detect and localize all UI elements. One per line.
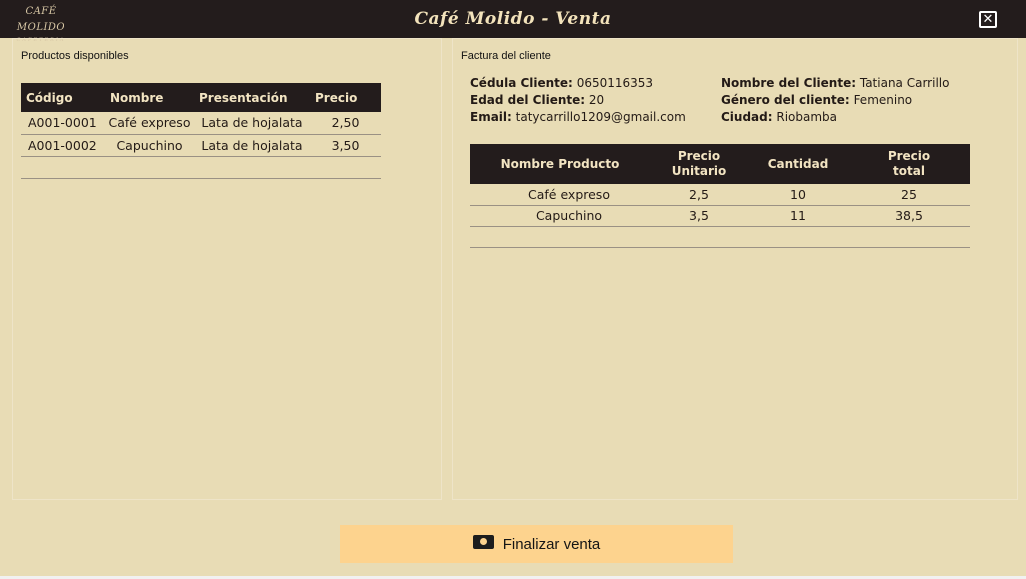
col-presentacion[interactable]: Presentación xyxy=(194,83,310,112)
invoice-panel xyxy=(452,38,1018,500)
ciudad-label: Ciudad: xyxy=(721,110,773,124)
cell-presentacion: Lata de hojalata xyxy=(194,134,310,157)
products-panel-label: Productos disponibles xyxy=(21,50,129,62)
window-title: Café Molido - Venta xyxy=(414,9,612,29)
cell-codigo: A001-0002 xyxy=(21,134,105,157)
invoice-header-row: Nombre Producto Precio Unitario Cantidad… xyxy=(470,144,970,184)
cell-nombre: Capuchino xyxy=(105,134,194,157)
edad-label: Edad del Cliente: xyxy=(470,93,586,107)
cell-cantidad: 11 xyxy=(748,205,848,227)
table-row[interactable]: Café expreso 2,5 10 25 xyxy=(470,184,970,206)
cell-producto: Café expreso xyxy=(470,184,650,206)
client-nombre: Nombre del Cliente: Tatiana Carrillo xyxy=(721,76,949,90)
cell-precio-total: 38,5 xyxy=(848,205,970,227)
products-table: Código Nombre Presentación Precio A001-0… xyxy=(21,83,381,179)
client-edad: Edad del Cliente: 20 xyxy=(470,93,604,107)
finalize-sale-label: Finalizar venta xyxy=(502,535,601,553)
client-genero: Género del cliente: Femenino xyxy=(721,93,912,107)
cedula-value: 0650116353 xyxy=(576,76,654,90)
col-nombre[interactable]: Nombre xyxy=(105,83,194,112)
cell-presentacion: Lata de hojalata xyxy=(194,112,310,135)
finalize-sale-button[interactable]: Finalizar venta xyxy=(340,525,733,563)
col-precio-unitario[interactable]: Precio Unitario xyxy=(650,144,748,184)
empty-row[interactable] xyxy=(21,156,381,179)
col-codigo[interactable]: Código xyxy=(21,83,105,112)
ciudad-value: Riobamba xyxy=(776,110,838,124)
table-row[interactable]: A001-0001 Café expreso Lata de hojalata … xyxy=(21,112,381,135)
genero-label: Género del cliente: xyxy=(721,93,850,107)
email-value: tatycarrillo1209@gmail.com xyxy=(515,110,686,124)
cedula-label: Cédula Cliente: xyxy=(470,76,573,90)
client-cedula: Cédula Cliente: 0650116353 xyxy=(470,76,653,90)
cell-nombre: Café expreso xyxy=(105,112,194,135)
col-precio[interactable]: Precio xyxy=(310,83,381,112)
client-email: Email: tatycarrillo1209@gmail.com xyxy=(470,110,686,124)
close-icon[interactable]: ✕ xyxy=(979,11,997,28)
col-nombre-producto[interactable]: Nombre Producto xyxy=(470,144,650,184)
products-header-row: Código Nombre Presentación Precio xyxy=(21,83,381,112)
cell-producto: Capuchino xyxy=(470,205,650,227)
nombre-label: Nombre del Cliente: xyxy=(721,76,857,90)
col-precio-total[interactable]: Precio total xyxy=(848,144,970,184)
table-row[interactable]: Capuchino 3,5 11 38,5 xyxy=(470,205,970,227)
title-bar: CAFÉ MOLIDO CAFETERIA Café Molido - Vent… xyxy=(0,0,1026,43)
invoice-panel-label: Factura del cliente xyxy=(461,50,551,62)
cell-precio: 3,50 xyxy=(310,134,381,157)
cell-precio-unitario: 3,5 xyxy=(650,205,748,227)
client-ciudad: Ciudad: Riobamba xyxy=(721,110,837,124)
email-label: Email: xyxy=(470,110,512,124)
nombre-value: Tatiana Carrillo xyxy=(859,76,950,90)
col-cantidad[interactable]: Cantidad xyxy=(748,144,848,184)
cell-codigo: A001-0001 xyxy=(21,112,105,135)
money-icon xyxy=(472,535,494,549)
genero-value: Femenino xyxy=(853,93,913,107)
invoice-table: Nombre Producto Precio Unitario Cantidad… xyxy=(470,144,970,248)
edad-value: 20 xyxy=(588,93,605,107)
cell-precio: 2,50 xyxy=(310,112,381,135)
table-row[interactable]: A001-0002 Capuchino Lata de hojalata 3,5… xyxy=(21,134,381,157)
cell-precio-unitario: 2,5 xyxy=(650,184,748,206)
cell-cantidad: 10 xyxy=(748,184,848,206)
empty-row[interactable] xyxy=(470,226,970,248)
cell-precio-total: 25 xyxy=(848,184,970,206)
